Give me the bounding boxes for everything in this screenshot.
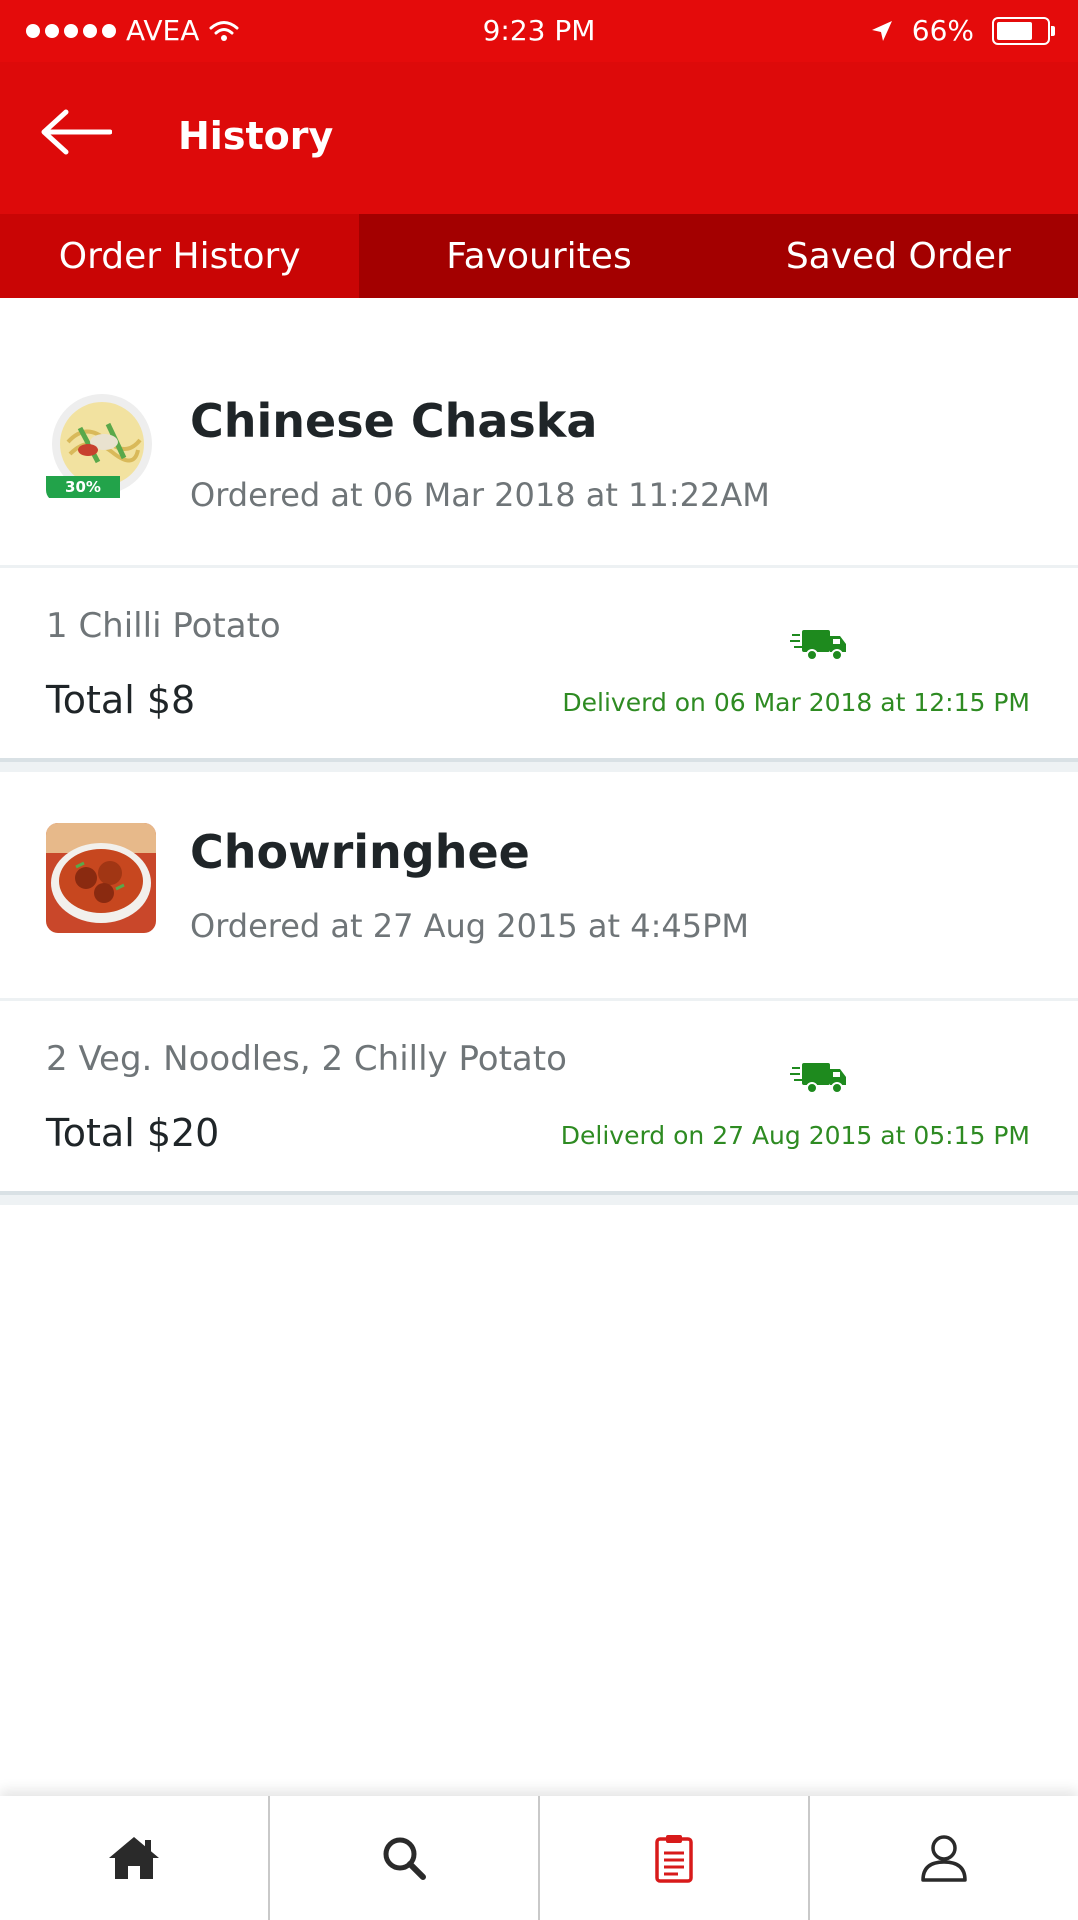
curry-dish-image (46, 823, 156, 933)
nav-profile[interactable] (810, 1796, 1078, 1920)
order-details: 1 Chilli Potato Total $8 Deliverd on 06 … (0, 568, 1078, 772)
delivery-status: Deliverd on 27 Aug 2015 at 05:15 PM (560, 1121, 1030, 1150)
history-tabs: Order History Favourites Saved Order (0, 214, 1078, 298)
profile-icon (921, 1835, 967, 1882)
home-icon (109, 1837, 159, 1879)
order-total: Total $20 (46, 1111, 220, 1155)
tab-favourites[interactable]: Favourites (359, 214, 718, 298)
delivery-truck-icon (790, 1063, 846, 1094)
order-items: 2 Veg. Noodles, 2 Chilly Potato (46, 1039, 567, 1079)
order-items: 1 Chilli Potato (46, 606, 281, 646)
bottom-navigation (0, 1796, 1078, 1920)
clipboard-icon (655, 1835, 693, 1883)
tab-saved-order[interactable]: Saved Order (719, 214, 1078, 298)
location-arrow-icon (871, 20, 892, 41)
search-icon (383, 1837, 426, 1880)
delivery-status: Deliverd on 06 Mar 2018 at 12:15 PM (562, 688, 1030, 717)
order-details: 2 Veg. Noodles, 2 Chilly Potato Total $2… (0, 1001, 1078, 1205)
discount-badge: 30% OFF (46, 476, 120, 502)
restaurant-name: Chinese Chaska (190, 394, 598, 448)
back-arrow-icon (41, 109, 112, 155)
restaurant-thumbnail (46, 823, 156, 933)
nav-orders[interactable] (540, 1796, 810, 1920)
nav-home[interactable] (0, 1796, 270, 1920)
battery-icon (992, 16, 1055, 45)
status-right: 66% (870, 14, 1055, 47)
order-total: Total $8 (46, 678, 196, 722)
order-card[interactable]: Chowringhee Ordered at 27 Aug 2015 at 4:… (0, 793, 1078, 1205)
restaurant-thumbnail: 30% OFF (46, 392, 156, 502)
delivery-truck-icon (790, 630, 846, 661)
battery-percent: 66% (911, 14, 974, 47)
order-date: Ordered at 06 Mar 2018 at 11:22AM (190, 476, 770, 514)
restaurant-name: Chowringhee (190, 825, 530, 879)
order-header: Chowringhee Ordered at 27 Aug 2015 at 4:… (0, 793, 1078, 1001)
order-date: Ordered at 27 Aug 2015 at 4:45PM (190, 907, 749, 945)
order-card[interactable]: 30% OFF Chinese Chaska Ordered at 06 Mar… (0, 360, 1078, 772)
status-bar: AVEA 9:23 PM 66% (0, 0, 1078, 62)
order-header: 30% OFF Chinese Chaska Ordered at 06 Mar… (0, 360, 1078, 568)
app-bar: History (0, 62, 1078, 214)
tab-order-history[interactable]: Order History (0, 214, 360, 298)
nav-search[interactable] (270, 1796, 540, 1920)
back-button[interactable] (40, 102, 130, 162)
page-title: History (178, 114, 334, 158)
